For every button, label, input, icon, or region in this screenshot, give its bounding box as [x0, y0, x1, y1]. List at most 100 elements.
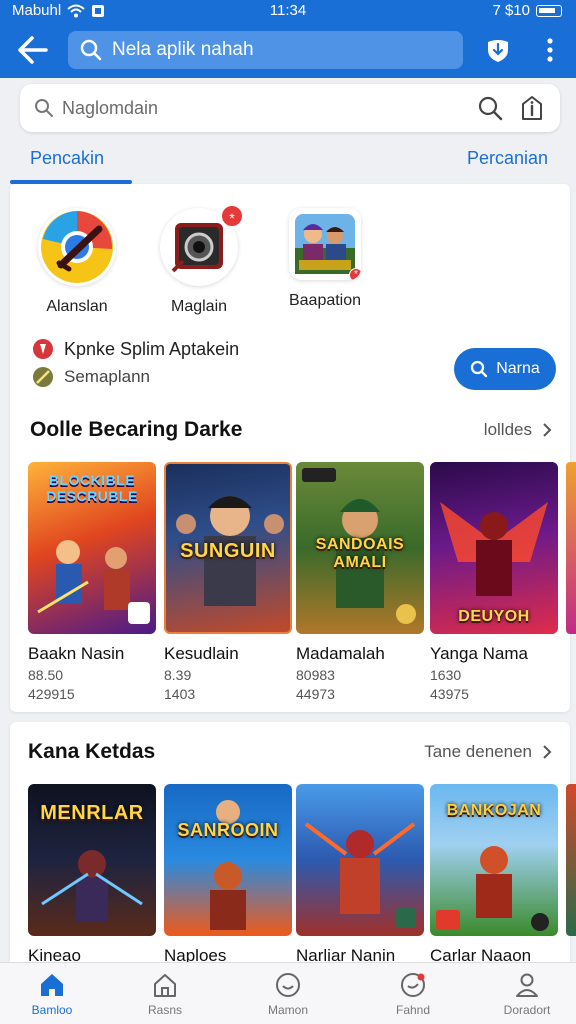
nav-label: Doradort: [503, 1003, 551, 1017]
see-all-label: lolldes: [483, 420, 532, 439]
nav-fahnd[interactable]: Fahnd: [358, 971, 468, 1017]
game-card[interactable]: BLOCKIBLE DESCRUBLE Baakn Nasin 88.50 42…: [28, 462, 156, 702]
nav-bamloo[interactable]: Bamloo: [0, 971, 107, 1017]
nav-label: Rasns: [147, 1003, 182, 1017]
game-name: Kesudlain: [164, 644, 239, 663]
action-pill-button[interactable]: Narna: [454, 348, 556, 390]
game-card[interactable]: MENRLAR Kineao: [28, 784, 156, 966]
section-title: Oolle Becaring Darke: [30, 418, 243, 441]
notification-badge: *: [220, 204, 244, 228]
thumbnail-title: SUNGUIN: [180, 540, 276, 562]
nav-doradort[interactable]: Doradort: [472, 971, 576, 1017]
search-icon: [471, 360, 488, 378]
game-name: Baakn Nasin: [28, 644, 125, 663]
game-thumbnail: BLOCKIBLE DESCRUBLE: [28, 462, 156, 634]
tab-pencakin[interactable]: Pencakin: [30, 148, 104, 169]
game-downloads: 43975: [430, 686, 469, 702]
info-icon[interactable]: [518, 94, 546, 122]
thumbnail-title: SANROOIN: [177, 820, 279, 840]
quick-icon-wrap: *: [160, 204, 244, 286]
game-card[interactable]: DEUYOH Yanga Nama 1630 43975: [430, 462, 558, 702]
quick-item-maglain[interactable]: * Maglain: [144, 204, 254, 316]
bottom-navigation: Bamloo Rasns Mamon Fahnd Doradort: [0, 962, 576, 1024]
quick-item-label: Alanslan: [46, 298, 108, 315]
game-name: Madamalah: [296, 644, 385, 663]
game-art: [304, 822, 416, 928]
thumbnail-title: DEUYOH: [458, 608, 530, 625]
tab-percanian[interactable]: Percanian: [467, 148, 548, 169]
nav-label: Mamon: [267, 1003, 308, 1017]
game-price: 1630: [430, 667, 462, 683]
quick-item-baapation[interactable]: * Baapation: [270, 208, 380, 310]
second-section-card: Kana Ketdas Tane denenen MENRLAR Kineao …: [10, 722, 570, 982]
game-thumbnail: MENRLAR: [28, 784, 156, 936]
chevron-right-icon: [543, 745, 552, 759]
compass-icon: [33, 367, 53, 387]
quick-item-label: Maglain: [170, 298, 228, 315]
game-card[interactable]: BANKOJAN Carlar Naaon: [430, 784, 558, 966]
quick-icon-wrap: [38, 208, 116, 286]
smile-icon: [276, 973, 300, 997]
game-thumbnail: DEUYOH: [430, 462, 558, 634]
tab-bar: Pencakin Percanian: [0, 140, 576, 184]
nav-mamon[interactable]: Mamon: [233, 971, 343, 1017]
game-card[interactable]: SUNGUIN Kesudlain 8.39 1403: [164, 462, 292, 702]
clock-icon: [401, 973, 425, 997]
game-card-peek[interactable]: [566, 462, 576, 634]
game-name: Yanga Nama: [430, 644, 528, 663]
back-arrow-icon[interactable]: [14, 34, 50, 66]
search-button-icon[interactable]: [476, 94, 504, 122]
chrome-like-icon: [41, 211, 113, 283]
red-pin-icon: [33, 339, 53, 359]
info-primary-text: Kpnke Splim Aptakein: [64, 338, 240, 359]
game-downloads: 1403: [164, 686, 196, 702]
game-art: [41, 850, 143, 922]
house-outline-icon: [154, 974, 176, 997]
game-thumbnail: SANDOAIS AMALI: [296, 462, 424, 634]
section-see-all[interactable]: lolldes: [484, 420, 552, 440]
nav-label: Bamloo: [31, 1003, 73, 1017]
quick-item-alanslan[interactable]: Alanslan: [22, 208, 132, 316]
game-price: 88.50: [28, 667, 64, 683]
game-card[interactable]: Narliar Nanin: [296, 784, 424, 966]
search-icon: [35, 99, 53, 117]
url-text: Nela aplik nahah: [112, 39, 254, 60]
thumbnail-title: SANDOAIS AMALI: [315, 536, 405, 571]
game-card-peek[interactable]: [566, 784, 576, 936]
section-see-all[interactable]: Tane denenen: [424, 742, 552, 762]
status-bar: Mabuhl 11:34 7 $10: [0, 0, 576, 22]
game-thumbnail: SUNGUIN: [164, 462, 292, 634]
action-pill-label: Narna: [496, 360, 540, 377]
game-card[interactable]: SANROOIN Naploes: [164, 784, 292, 966]
signal-text: 7 $10: [492, 2, 530, 19]
person-icon: [516, 973, 538, 997]
quick-item-label: Baapation: [288, 292, 362, 309]
info-secondary-text: Semaplann: [64, 367, 151, 386]
notification-badge: *: [349, 268, 361, 280]
more-vert-icon[interactable]: [540, 36, 560, 64]
camera-icon: [171, 223, 223, 273]
game-art: [37, 540, 150, 624]
info-row-primary[interactable]: Kpnke Splim Aptakein: [32, 338, 239, 360]
game-thumbnail: SANROOIN: [164, 784, 292, 936]
game-thumbnail: BANKOJAN: [430, 784, 558, 936]
featured-card: Alanslan * Maglain * Baapation Kpnke Spl…: [10, 184, 570, 712]
url-search-bar[interactable]: Nela aplik nahah: [68, 31, 463, 69]
game-price: 80983: [296, 667, 335, 683]
search-placeholder: Naglomdain: [62, 97, 159, 118]
game-price: 8.39: [164, 667, 192, 683]
shield-icon[interactable]: [484, 36, 512, 64]
home-icon: [41, 974, 63, 996]
game-downloads: 44973: [296, 686, 335, 702]
nav-label: Fahnd: [395, 1003, 431, 1017]
app-bar: Nela aplik nahah: [0, 22, 576, 78]
nav-rasns[interactable]: Rasns: [110, 971, 220, 1017]
search-field[interactable]: Naglomdain: [20, 84, 560, 132]
search-icon: [80, 39, 102, 61]
game-poster-icon: *: [289, 208, 361, 280]
info-row-secondary[interactable]: Semaplann: [32, 366, 150, 388]
game-card[interactable]: SANDOAIS AMALI Madamalah 80983 44973: [296, 462, 424, 702]
game-art: [210, 800, 246, 930]
game-art: [436, 846, 549, 931]
clock: 11:34: [269, 2, 307, 19]
